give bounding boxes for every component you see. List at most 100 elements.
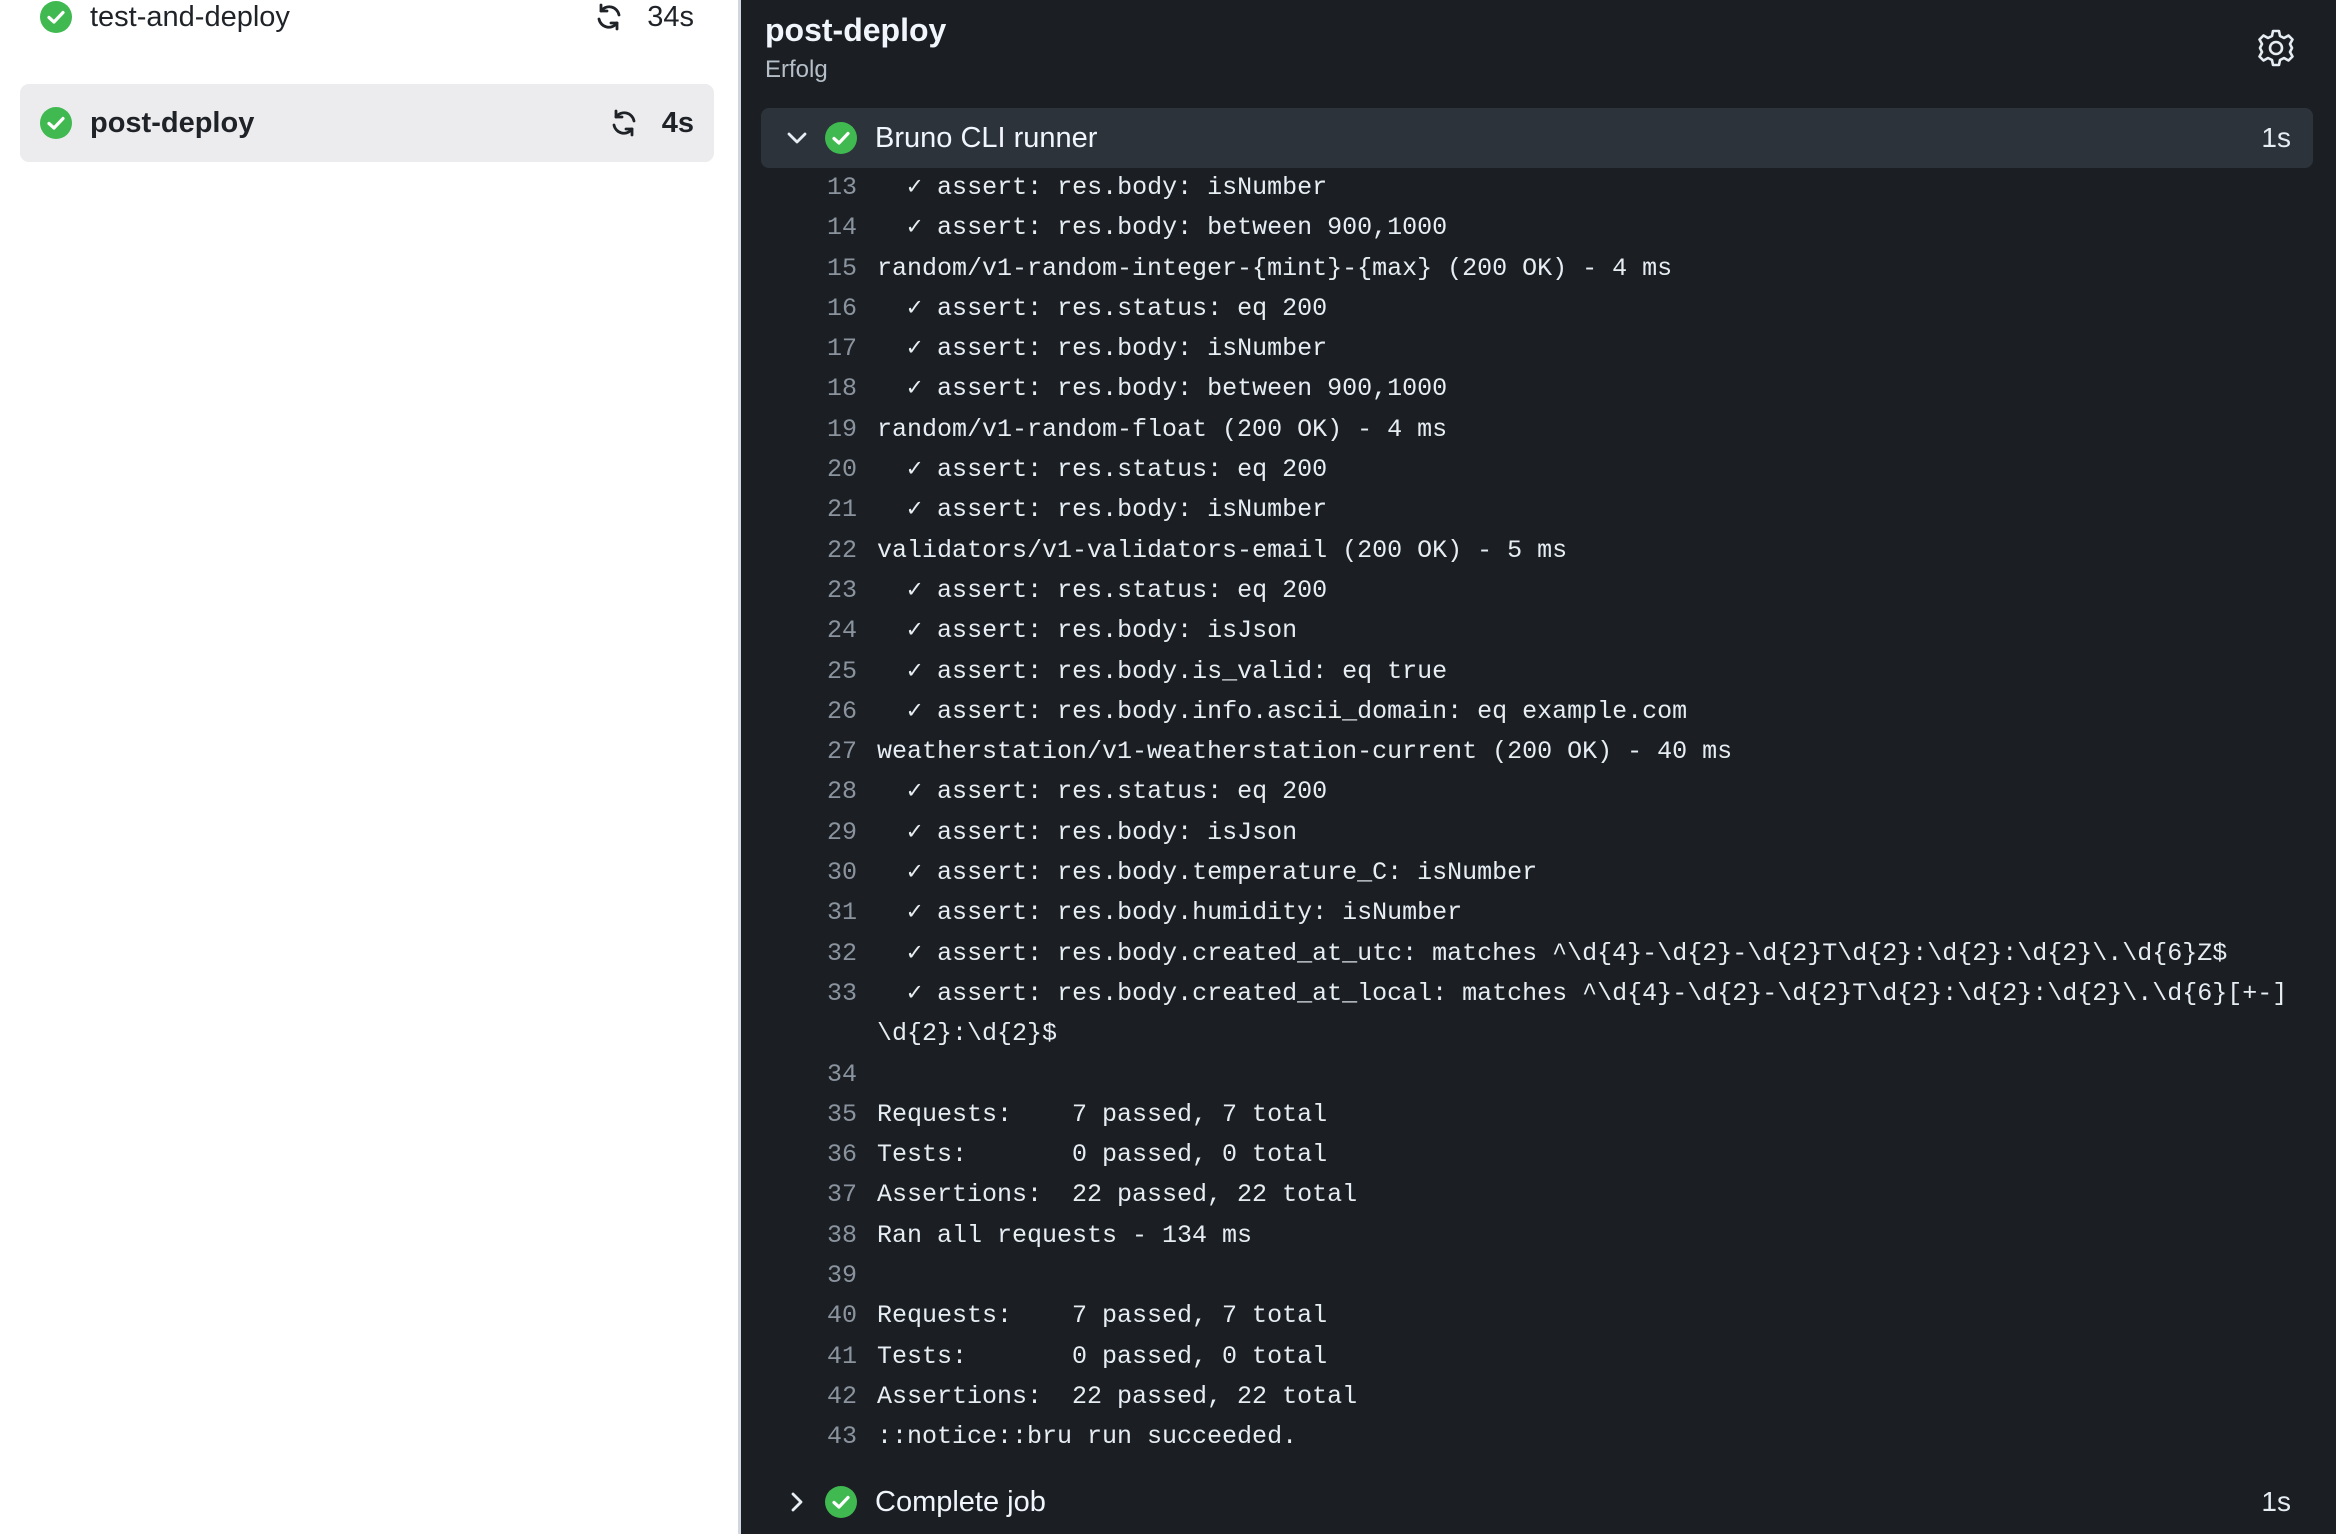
sync-icon[interactable] bbox=[593, 1, 625, 33]
job-title: post-deploy bbox=[765, 12, 947, 48]
log-line-number[interactable]: 25 bbox=[741, 652, 857, 692]
log-line-text bbox=[857, 1256, 2336, 1296]
log-line-text: ✓ assert: res.status: eq 200 bbox=[877, 575, 1328, 605]
log-line: 41 Tests: 0 passed, 0 total bbox=[741, 1337, 2336, 1377]
log-line-text: ✓ assert: res.body: isJson bbox=[877, 817, 1298, 847]
log-line: 24 ✓ assert: res.body: isJson bbox=[741, 611, 2336, 651]
log-line: 25 ✓ assert: res.body.is_valid: eq true bbox=[741, 652, 2336, 692]
log-line: 35 Requests: 7 passed, 7 total bbox=[741, 1095, 2336, 1135]
log-line-text: ✓ assert: res.body: between 900,1000 bbox=[877, 213, 1448, 243]
log-line: 14 ✓ assert: res.body: between 900,1000 bbox=[741, 208, 2336, 248]
log-line-text: weatherstation/v1-weatherstation-current… bbox=[877, 737, 1733, 767]
step-bruno-cli-runner[interactable]: Bruno CLI runner 1s bbox=[761, 108, 2313, 168]
log-line-number[interactable]: 32 bbox=[741, 934, 857, 974]
gear-icon[interactable] bbox=[2256, 28, 2296, 68]
log-line-number[interactable]: 35 bbox=[741, 1095, 857, 1135]
log-line-text: ✓ assert: res.body: between 900,1000 bbox=[877, 374, 1448, 404]
log-line-text: ✓ assert: res.body.temperature_C: isNumb… bbox=[877, 858, 1538, 888]
log-line: 34 bbox=[741, 1055, 2336, 1095]
log-line: 43::notice::bru run succeeded. bbox=[741, 1417, 2336, 1457]
check-circle-icon bbox=[40, 107, 72, 139]
log-line-number[interactable]: 19 bbox=[741, 410, 857, 450]
log-line: 40 Requests: 7 passed, 7 total bbox=[741, 1296, 2336, 1336]
log-line-number[interactable]: 30 bbox=[741, 853, 857, 893]
log-line-number[interactable]: 13 bbox=[741, 168, 857, 208]
log-line-number[interactable]: 22 bbox=[741, 531, 857, 571]
log-line-number[interactable]: 43 bbox=[741, 1417, 857, 1457]
log-line-number[interactable]: 14 bbox=[741, 208, 857, 248]
log-line: 23 ✓ assert: res.status: eq 200 bbox=[741, 571, 2336, 611]
chevron-down-icon bbox=[783, 124, 811, 152]
log-line-text: ✓ assert: res.status: eq 200 bbox=[877, 455, 1328, 485]
log-line-number[interactable]: 23 bbox=[741, 571, 857, 611]
check-circle-icon bbox=[40, 1, 72, 33]
log-line-number[interactable]: 27 bbox=[741, 732, 857, 772]
log-line-text: Requests: 7 passed, 7 total bbox=[877, 1099, 1328, 1129]
log-line-number[interactable]: 41 bbox=[741, 1337, 857, 1377]
log-line: 27 weatherstation/v1-weatherstation-curre… bbox=[741, 732, 2336, 772]
log-line: 16 ✓ assert: res.status: eq 200 bbox=[741, 289, 2336, 329]
log-line-number[interactable]: 34 bbox=[741, 1055, 857, 1095]
log-line: 30 ✓ assert: res.body.temperature_C: isN… bbox=[741, 853, 2336, 893]
log-line-text: ✓ assert: res.body.created_at_local: mat… bbox=[877, 978, 2288, 1049]
log-line-text: Ran all requests - 134 ms bbox=[877, 1220, 1253, 1250]
log-line-number[interactable]: 36 bbox=[741, 1135, 857, 1175]
job-item-post-deploy[interactable]: post-deploy 4s bbox=[20, 84, 714, 162]
log-line-text: ✓ assert: res.body: isNumber bbox=[877, 173, 1328, 202]
log-line-number[interactable]: 42 bbox=[741, 1377, 857, 1417]
log-line-number[interactable]: 33 bbox=[741, 974, 857, 1055]
log-line-number[interactable]: 15 bbox=[741, 249, 857, 289]
check-circle-icon bbox=[825, 122, 857, 154]
log-line-number[interactable]: 37 bbox=[741, 1175, 857, 1215]
log-line: 26 ✓ assert: res.body.info.ascii_domain:… bbox=[741, 692, 2336, 732]
log-line: 20 ✓ assert: res.status: eq 200 bbox=[741, 450, 2336, 490]
log-line-text: validators/v1-validators-email (200 OK) … bbox=[877, 535, 1568, 565]
jobs-sidebar: test-and-deploy 34s post-deploy 4s bbox=[0, 0, 738, 1534]
log-line-text: Assertions: 22 passed, 22 total bbox=[877, 1381, 1358, 1411]
chevron-right-icon bbox=[783, 1488, 811, 1516]
step-complete-job[interactable]: Complete job 1s bbox=[761, 1472, 2313, 1532]
log-line-number[interactable]: 39 bbox=[741, 1256, 857, 1296]
log-line: 19 random/v1-random-float (200 OK) - 4 ms bbox=[741, 410, 2336, 450]
log-line-text: Tests: 0 passed, 0 total bbox=[877, 1140, 1328, 1170]
log-line-number[interactable]: 29 bbox=[741, 813, 857, 853]
step-time: 1s bbox=[2261, 1486, 2291, 1517]
log-line-text: Tests: 0 passed, 0 total bbox=[877, 1341, 1328, 1371]
log-line-number[interactable]: 20 bbox=[741, 450, 857, 490]
log-line-text: ✓ assert: res.body: isNumber bbox=[877, 334, 1328, 364]
log-line-number[interactable]: 21 bbox=[741, 490, 857, 530]
log-line-text bbox=[857, 1055, 2336, 1095]
log-line-text: random/v1-random-float (200 OK) - 4 ms bbox=[877, 414, 1448, 444]
log-line-number[interactable]: 16 bbox=[741, 289, 857, 329]
log-line-number[interactable]: 24 bbox=[741, 611, 857, 651]
log-line: 33 ✓ assert: res.body.created_at_local: … bbox=[741, 974, 2336, 1055]
log-line: 15 random/v1-random-integer-{mint}-{max} … bbox=[741, 249, 2336, 289]
log-line-number[interactable]: 38 bbox=[741, 1216, 857, 1256]
sync-icon[interactable] bbox=[608, 107, 640, 139]
log-line-text: ✓ assert: res.body.is_valid: eq true bbox=[877, 656, 1448, 686]
log-line-text: Requests: 7 passed, 7 total bbox=[877, 1301, 1328, 1331]
log-line: 31 ✓ assert: res.body.humidity: isNumber bbox=[741, 893, 2336, 933]
log-output: 13 ✓ assert: res.body: isNumber 14 ✓ asse… bbox=[741, 168, 2336, 1458]
log-line-text: ✓ assert: res.body: isNumber bbox=[877, 495, 1328, 525]
log-line-number[interactable]: 18 bbox=[741, 369, 857, 409]
log-line-text: ✓ assert: res.body: isJson bbox=[877, 616, 1298, 646]
job-duration: 34s bbox=[647, 0, 694, 33]
log-line: 37 Assertions: 22 passed, 22 total bbox=[741, 1175, 2336, 1215]
log-line-number[interactable]: 28 bbox=[741, 772, 857, 812]
job-name: post-deploy bbox=[90, 106, 255, 139]
log-line-number[interactable]: 31 bbox=[741, 893, 857, 933]
log-line: 39 bbox=[741, 1256, 2336, 1296]
log-line-number[interactable]: 17 bbox=[741, 329, 857, 369]
log-line: 42 Assertions: 22 passed, 22 total bbox=[741, 1377, 2336, 1417]
log-line-number[interactable]: 40 bbox=[741, 1296, 857, 1336]
job-item-test-and-deploy[interactable]: test-and-deploy 34s bbox=[20, 0, 714, 56]
log-line-number[interactable]: 26 bbox=[741, 692, 857, 732]
log-line-text: ✓ assert: res.status: eq 200 bbox=[877, 293, 1328, 323]
log-line-text: Assertions: 22 passed, 22 total bbox=[877, 1180, 1358, 1210]
log-line: 28 ✓ assert: res.status: eq 200 bbox=[741, 772, 2336, 812]
log-line: 17 ✓ assert: res.body: isNumber bbox=[741, 329, 2336, 369]
job-log-panel: post-deploy Erfolg Bruno CLI runner 1s 1… bbox=[741, 0, 2336, 1534]
log-line-text: ✓ assert: res.status: eq 200 bbox=[877, 777, 1328, 807]
log-line-text: ::notice::bru run succeeded. bbox=[877, 1422, 1298, 1452]
